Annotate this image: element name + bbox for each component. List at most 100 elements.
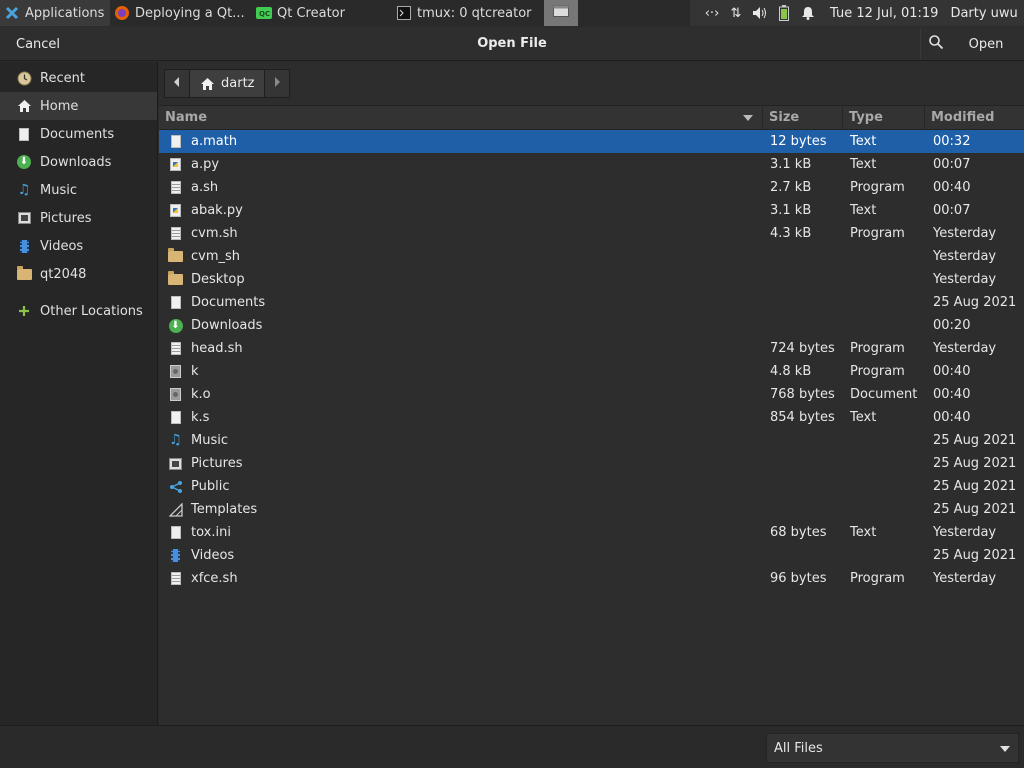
- sidebar-item-downloads[interactable]: ⬇ Downloads: [0, 148, 157, 176]
- file-row[interactable]: Desktop Yesterday: [159, 268, 1024, 291]
- sidebar-item-qt2048[interactable]: qt2048: [0, 260, 157, 288]
- file-type: Document: [850, 387, 918, 402]
- transfer-icon[interactable]: ⇅: [724, 0, 748, 26]
- window-icon: [553, 5, 569, 21]
- file-name: head.sh: [191, 341, 243, 356]
- file-row[interactable]: Pictures 25 Aug 2021: [159, 452, 1024, 475]
- text-file-icon: [168, 134, 183, 149]
- sidebar-item-documents[interactable]: Documents: [0, 120, 157, 148]
- path-segment-home[interactable]: dartz: [190, 69, 265, 98]
- network-arrows-icon[interactable]: ‹·›: [700, 0, 724, 26]
- sidebar-item-home[interactable]: Home: [0, 92, 157, 120]
- file-type: Text: [850, 410, 877, 425]
- column-header: Name Size Type Modified: [159, 105, 1024, 130]
- file-row[interactable]: abak.py 3.1 kB Text 00:07: [159, 199, 1024, 222]
- file-modified: 00:40: [933, 410, 971, 425]
- file-name: cvm_sh: [191, 249, 241, 264]
- document-icon: [16, 126, 32, 142]
- file-row[interactable]: a.py 3.1 kB Text 00:07: [159, 153, 1024, 176]
- sidebar-item-recent[interactable]: Recent: [0, 64, 157, 92]
- file-row[interactable]: cvm.sh 4.3 kB Program Yesterday: [159, 222, 1024, 245]
- file-row[interactable]: xfce.sh 96 bytes Program Yesterday: [159, 567, 1024, 590]
- music-folder-icon: ♫: [169, 432, 182, 448]
- file-modified: 00:32: [933, 134, 971, 149]
- file-filter-dropdown[interactable]: All Files: [766, 733, 1019, 763]
- file-modified: Yesterday: [933, 525, 997, 540]
- plus-icon: [16, 303, 32, 319]
- file-name: k.s: [191, 410, 210, 425]
- file-type: Text: [850, 203, 877, 218]
- file-row[interactable]: ♫ Music 25 Aug 2021: [159, 429, 1024, 452]
- column-header-name[interactable]: Name: [159, 106, 761, 130]
- file-name: Documents: [191, 295, 266, 310]
- file-name: Pictures: [191, 456, 243, 471]
- taskbar-firefox-label: Deploying a Qt...: [135, 5, 245, 21]
- search-button[interactable]: [920, 29, 950, 59]
- volume-icon[interactable]: [748, 0, 772, 26]
- sidebar-item-pictures[interactable]: Pictures: [0, 204, 157, 232]
- file-type: Text: [850, 134, 877, 149]
- file-row[interactable]: a.sh 2.7 kB Program 00:40: [159, 176, 1024, 199]
- home-icon: [200, 77, 215, 91]
- taskbar-firefox-window[interactable]: Deploying a Qt...: [110, 0, 252, 26]
- executable-file-icon: [168, 364, 183, 379]
- file-row[interactable]: k.o 768 bytes Document 00:40: [159, 383, 1024, 406]
- open-button[interactable]: Open: [958, 29, 1014, 59]
- path-back-button[interactable]: [164, 69, 190, 98]
- battery-icon[interactable]: [772, 0, 796, 26]
- column-header-type[interactable]: Type: [842, 106, 923, 130]
- file-size: 2.7 kB: [770, 180, 812, 195]
- clock-icon: [16, 70, 32, 86]
- file-modified: 25 Aug 2021: [933, 295, 1017, 310]
- applications-menu[interactable]: Applications: [0, 0, 110, 26]
- clock[interactable]: Tue 12 Jul, 01:19: [830, 6, 938, 21]
- download-folder-icon: ⬇: [168, 318, 183, 333]
- terminal-icon: [396, 5, 412, 21]
- video-folder-icon: [168, 548, 183, 563]
- folder-icon: [16, 265, 32, 282]
- file-row[interactable]: cvm_sh Yesterday: [159, 245, 1024, 268]
- taskbar-active-window[interactable]: [544, 0, 578, 26]
- file-row[interactable]: Public 25 Aug 2021: [159, 475, 1024, 498]
- sidebar-separator: [0, 288, 157, 297]
- sidebar-item-other-locations[interactable]: Other Locations: [0, 297, 157, 325]
- music-icon: ♫: [17, 182, 31, 198]
- script-file-icon: [168, 571, 183, 586]
- file-name: Music: [191, 433, 228, 448]
- sort-descending-icon: [743, 115, 753, 121]
- taskbar-terminal-window[interactable]: tmux: 0 qtcreator: [392, 0, 540, 26]
- file-modified: Yesterday: [933, 249, 997, 264]
- file-row[interactable]: Documents 25 Aug 2021: [159, 291, 1024, 314]
- file-row[interactable]: tox.ini 68 bytes Text Yesterday: [159, 521, 1024, 544]
- file-size: 768 bytes: [770, 387, 835, 402]
- sidebar-item-music[interactable]: ♫ Music: [0, 176, 157, 204]
- file-row[interactable]: k 4.8 kB Program 00:40: [159, 360, 1024, 383]
- file-row[interactable]: Templates 25 Aug 2021: [159, 498, 1024, 521]
- user-menu[interactable]: Darty uwu: [950, 6, 1017, 21]
- file-name: Downloads: [191, 318, 263, 333]
- text-file-icon: [168, 525, 183, 540]
- chevron-down-icon: [1000, 746, 1010, 752]
- file-row[interactable]: Videos 25 Aug 2021: [159, 544, 1024, 567]
- file-size: 854 bytes: [770, 410, 835, 425]
- cancel-button[interactable]: Cancel: [6, 29, 70, 59]
- notification-bell-icon[interactable]: [796, 0, 820, 26]
- column-header-modified[interactable]: Modified: [924, 106, 1024, 130]
- file-row[interactable]: ⬇ Downloads 00:20: [159, 314, 1024, 337]
- file-row[interactable]: k.s 854 bytes Text 00:40: [159, 406, 1024, 429]
- file-row[interactable]: a.math 12 bytes Text 00:32: [159, 130, 1024, 153]
- taskbar-qtcreator-window[interactable]: QC Qt Creator: [252, 0, 392, 26]
- video-icon: [16, 238, 32, 254]
- file-modified: 00:07: [933, 157, 971, 172]
- file-row[interactable]: head.sh 724 bytes Program Yesterday: [159, 337, 1024, 360]
- sidebar-item-videos[interactable]: Videos: [0, 232, 157, 260]
- document-folder-icon: [168, 295, 183, 310]
- taskbar-qtcreator-label: Qt Creator: [277, 5, 345, 21]
- column-header-size[interactable]: Size: [762, 106, 841, 130]
- taskbar: Applications Deploying a Qt... QC Qt Cre…: [0, 0, 1024, 26]
- file-name: Public: [191, 479, 230, 494]
- path-bar: dartz: [164, 69, 291, 98]
- sidebar-item-label: Recent: [40, 70, 85, 86]
- file-type: Program: [850, 180, 905, 195]
- path-forward-button[interactable]: [264, 69, 291, 98]
